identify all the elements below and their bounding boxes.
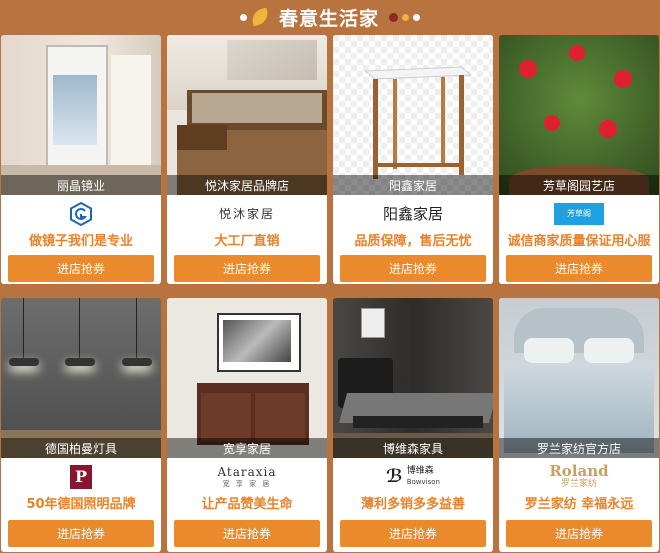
store-logo: 芳草阁: [499, 195, 659, 232]
store-name: 罗兰家纺官方店: [499, 438, 659, 458]
enter-store-button[interactable]: 进店抢券: [506, 520, 652, 547]
section-header: 春意生活家: [0, 0, 660, 34]
store-logo: P: [1, 458, 161, 495]
left-decoration: [239, 7, 271, 27]
store-slogan: 诚信商家质量保证用心服: [507, 234, 651, 249]
store-photo[interactable]: 阳鑫家居: [333, 35, 493, 195]
store-name: 宽享家居: [167, 438, 327, 458]
store-slogan: 罗兰家纺 幸福永远: [524, 497, 634, 512]
store-slogan: 50年德国照明品牌: [26, 497, 136, 512]
store-photo[interactable]: 悦沐家居品牌店: [167, 35, 327, 195]
store-logo: Ataraxia 宽 享 家 居: [167, 458, 327, 495]
enter-store-button[interactable]: 进店抢券: [174, 520, 320, 547]
store-slogan: 让产品赞美生命: [201, 497, 293, 512]
store-slogan: 做镜子我们是专业: [28, 234, 133, 249]
store-name: 博维森家具: [333, 438, 493, 458]
store-name: 德国柏曼灯具: [1, 438, 161, 458]
store-logo: ℬ 博维森 Bowvison: [333, 458, 493, 495]
logo-text: 悦沐家居: [218, 207, 275, 221]
logo-text: 芳草阁: [554, 202, 604, 225]
hexagon-logo-icon: [70, 201, 92, 226]
store-logo: Roland 罗兰家纺: [499, 458, 659, 495]
store-photo[interactable]: 罗兰家纺官方店: [499, 298, 659, 458]
store-photo[interactable]: 德国柏曼灯具: [1, 298, 161, 458]
section-title: 春意生活家: [278, 7, 379, 30]
enter-store-button[interactable]: 进店抢券: [174, 255, 320, 282]
store-card[interactable]: 悦沐家居品牌店 悦沐家居 大工厂直销 进店抢券: [167, 35, 327, 284]
store-card[interactable]: 博维森家具 ℬ 博维森 Bowvison 薄利多销多多益善 进店抢券: [333, 298, 493, 552]
store-card[interactable]: 宽享家居 Ataraxia 宽 享 家 居 让产品赞美生命 进店抢券: [167, 298, 327, 552]
store-logo: [1, 195, 161, 232]
leaf-icon: [249, 7, 271, 27]
enter-store-button[interactable]: 进店抢券: [8, 520, 154, 547]
store-photo[interactable]: 宽享家居: [167, 298, 327, 458]
store-card[interactable]: 丽晶镜业 做镜子我们是专业 进店抢券: [1, 35, 161, 284]
store-card[interactable]: 阳鑫家居 阳鑫家居 品质保障，售后无忧 进店抢券: [333, 35, 493, 284]
store-card[interactable]: 德国柏曼灯具 P 50年德国照明品牌 进店抢券: [1, 298, 161, 552]
store-slogan: 大工厂直销: [214, 234, 280, 249]
store-photo[interactable]: 丽晶镜业: [1, 35, 161, 195]
store-photo[interactable]: 博维森家具: [333, 298, 493, 458]
store-slogan: 品质保障，售后无忧: [354, 234, 472, 249]
logo-subtext: 罗兰家纺: [560, 478, 597, 489]
logo-subtext: 宽 享 家 居: [222, 479, 272, 488]
logo-subtext: Bowvison: [406, 477, 440, 486]
logo-text: 阳鑫家居: [382, 205, 443, 223]
logo-text: 博维森: [406, 465, 434, 476]
logo-text: Roland: [549, 461, 609, 480]
dot-icon: [402, 13, 409, 21]
store-name: 阳鑫家居: [333, 175, 493, 195]
b-logo-icon: ℬ: [386, 466, 403, 487]
logo-text: P: [70, 464, 92, 489]
dot-icon: [389, 12, 398, 22]
store-logo: 阳鑫家居: [333, 195, 493, 232]
store-logo: 悦沐家居: [167, 195, 327, 232]
store-photo[interactable]: 芳草阁园艺店: [499, 35, 659, 195]
right-decoration: [389, 12, 420, 22]
store-name: 悦沐家居品牌店: [167, 175, 327, 195]
store-slogan: 薄利多销多多益善: [360, 497, 465, 512]
enter-store-button[interactable]: 进店抢券: [340, 255, 486, 282]
enter-store-button[interactable]: 进店抢券: [340, 520, 486, 547]
store-name: 丽晶镜业: [1, 175, 161, 195]
logo-text: Ataraxia: [217, 464, 277, 479]
dot-icon: [413, 13, 420, 21]
table-illustration: [333, 35, 493, 195]
store-card[interactable]: 芳草阁园艺店 芳草阁 诚信商家质量保证用心服 进店抢券: [499, 35, 659, 284]
store-card[interactable]: 罗兰家纺官方店 Roland 罗兰家纺 罗兰家纺 幸福永远 进店抢券: [499, 298, 659, 552]
enter-store-button[interactable]: 进店抢券: [506, 255, 652, 282]
enter-store-button[interactable]: 进店抢券: [8, 255, 154, 282]
dot-icon: [239, 13, 247, 21]
store-name: 芳草阁园艺店: [499, 175, 659, 195]
